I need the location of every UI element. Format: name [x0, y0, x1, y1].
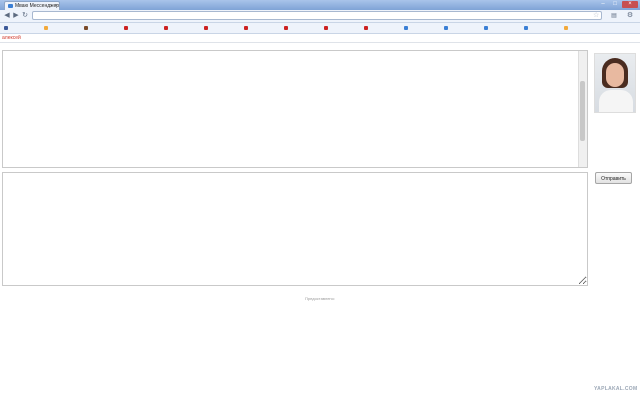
chat-scrollbar[interactable]: [578, 51, 587, 167]
footer-prefix: Предоставлено:: [305, 296, 335, 301]
bookmark-favicon-icon: [324, 25, 328, 30]
footer: Предоставлено:: [0, 296, 640, 301]
bookmark-item[interactable]: [324, 24, 361, 32]
back-button[interactable]: ◀: [3, 12, 11, 20]
bookmark-favicon-icon: [564, 25, 568, 30]
bookmark-item[interactable]: [364, 24, 401, 32]
bookmark-favicon-icon: [244, 25, 248, 30]
bookmark-item[interactable]: [524, 24, 561, 32]
address-bar[interactable]: ☆: [32, 11, 602, 20]
bookmark-favicon-icon: [284, 25, 288, 30]
bookmark-favicon-icon: [364, 25, 368, 30]
bookmark-item[interactable]: [164, 24, 201, 32]
bookmark-item[interactable]: [404, 24, 441, 32]
bookmark-item[interactable]: [204, 24, 241, 32]
bookmark-favicon-icon: [164, 25, 168, 30]
title-bar: Мваю Мессенджер × – □ ×: [0, 0, 640, 10]
bookmark-star-icon[interactable]: ☆: [593, 12, 599, 20]
operator-avatar: [594, 53, 636, 113]
browser-toolbar: ◀ ▶ ↻ ☆ ▤ ⚙: [0, 10, 640, 23]
chat-log[interactable]: [2, 50, 588, 168]
bookmark-item[interactable]: [84, 24, 121, 32]
scroll-thumb[interactable]: [580, 81, 585, 141]
bookmark-item[interactable]: [284, 24, 321, 32]
page-menu-icon[interactable]: ▤: [608, 12, 620, 20]
watermark: YAPLAKAL.COM: [594, 386, 638, 392]
message-input[interactable]: [2, 172, 588, 286]
wrench-icon[interactable]: ⚙: [624, 12, 636, 20]
close-window-button[interactable]: ×: [622, 1, 638, 8]
bookmark-favicon-icon: [124, 25, 128, 30]
forward-button[interactable]: ▶: [12, 12, 20, 20]
bookmark-item[interactable]: [444, 24, 481, 32]
bookmark-item[interactable]: [44, 24, 81, 32]
bookmark-favicon-icon: [84, 25, 88, 30]
bookmark-favicon-icon: [444, 25, 448, 30]
tab-title: Мваю Мессенджер: [15, 3, 60, 9]
tab-close-icon[interactable]: ×: [55, 3, 58, 9]
avatar-face: [606, 63, 624, 87]
maximize-button[interactable]: □: [610, 1, 620, 8]
bookmark-favicon-icon: [204, 25, 208, 30]
bookmark-item[interactable]: [564, 24, 601, 32]
bookmark-favicon-icon: [4, 25, 8, 30]
bookmark-favicon-icon: [44, 25, 48, 30]
user-name: алексей: [2, 35, 21, 41]
reload-button[interactable]: ↻: [21, 12, 29, 20]
bookmark-item[interactable]: [4, 24, 41, 32]
minimize-button[interactable]: –: [598, 1, 608, 8]
page-header: алексей: [0, 34, 640, 43]
favicon-icon: [8, 4, 13, 8]
avatar-body: [599, 90, 633, 112]
send-button[interactable]: Отправить: [595, 172, 632, 184]
divider: [0, 42, 640, 43]
bookmark-favicon-icon: [484, 25, 488, 30]
bookmark-favicon-icon: [404, 25, 408, 30]
bookmarks-bar: [0, 23, 640, 34]
browser-tab[interactable]: Мваю Мессенджер ×: [4, 1, 60, 10]
bookmark-favicon-icon: [524, 25, 528, 30]
bookmark-item[interactable]: [244, 24, 281, 32]
bookmark-item[interactable]: [484, 24, 521, 32]
bookmark-item[interactable]: [124, 24, 161, 32]
